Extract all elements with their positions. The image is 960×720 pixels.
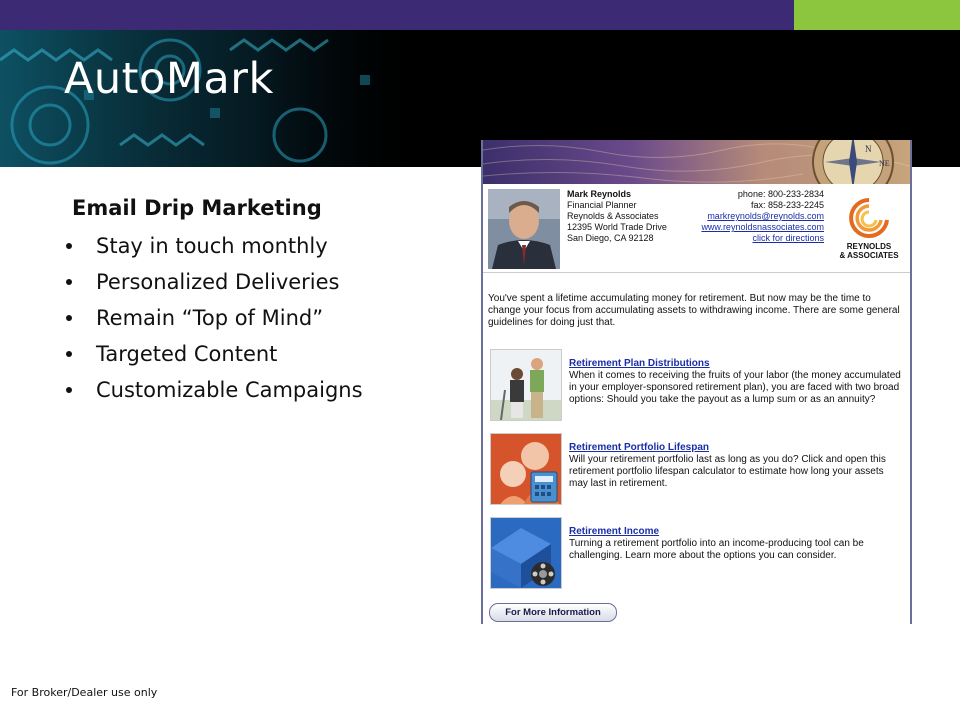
advisor-info: Mark Reynolds Financial Planner Reynolds…: [483, 184, 910, 273]
slide-title: AutoMark: [64, 54, 274, 104]
section-subheading: Email Drip Marketing: [72, 196, 322, 220]
bullet-icon: [66, 351, 72, 357]
footer-disclaimer: For Broker/Dealer use only: [11, 686, 158, 699]
feature-list: Stay in touch monthly Personalized Deliv…: [64, 228, 363, 408]
article-title-link[interactable]: Retirement Portfolio Lifespan: [569, 442, 905, 454]
top-color-bar: [0, 0, 960, 30]
advisor-street: 12395 World Trade Drive: [567, 222, 667, 232]
bullet-icon: [66, 243, 72, 249]
advisor-city: San Diego, CA 92128: [567, 233, 654, 243]
list-item: Remain “Top of Mind”: [64, 300, 363, 336]
svg-text:N: N: [865, 144, 872, 154]
accent-bar: [794, 0, 960, 30]
blue-cubes-image: [490, 517, 562, 589]
article-text: Retirement Plan Distributions When it co…: [569, 358, 905, 406]
bullet-icon: [66, 315, 72, 321]
article-body: Turning a retirement portfolio into an i…: [569, 538, 864, 561]
list-item: Stay in touch monthly: [64, 228, 363, 264]
email-banner: N NE: [483, 140, 910, 184]
article-title-link[interactable]: Retirement Income: [569, 526, 905, 538]
article-item: Retirement Income Turning a retirement p…: [488, 515, 906, 589]
article-body: Will your retirement portfolio last as l…: [569, 454, 886, 489]
contact-details: phone: 800-233-2834 fax: 858-233-2245 ma…: [701, 189, 824, 244]
firm-logo: REYNOLDS & ASSOCIATES: [834, 194, 904, 264]
fax-number: fax: 858-233-2245: [750, 200, 824, 210]
list-item: Personalized Deliveries: [64, 264, 363, 300]
advisor-name: Mark Reynolds: [567, 189, 632, 199]
article-item: Retirement Plan Distributions When it co…: [488, 347, 906, 421]
compass-icon: N NE: [483, 140, 910, 184]
advisor-details: Mark Reynolds Financial Planner Reynolds…: [567, 189, 667, 244]
article-text: Retirement Portfolio Lifespan Will your …: [569, 442, 905, 490]
email-intro: You've spent a lifetime accumulating mon…: [488, 293, 900, 328]
article-item: Retirement Portfolio Lifespan Will your …: [488, 431, 906, 505]
phone-number: phone: 800-233-2834: [737, 189, 824, 199]
email-preview: N NE Mark Reynolds Financial Planner Rey…: [481, 140, 912, 624]
golf-couple-image: [490, 349, 562, 421]
bullet-icon: [66, 279, 72, 285]
article-text: Retirement Income Turning a retirement p…: [569, 526, 905, 562]
article-body: When it comes to receiving the fruits of…: [569, 370, 901, 405]
directions-link[interactable]: click for directions: [701, 233, 824, 244]
list-item: Customizable Campaigns: [64, 372, 363, 408]
svg-text:NE: NE: [879, 159, 890, 168]
website-link[interactable]: www.reynoldsnassociates.com: [701, 222, 824, 233]
bullet-icon: [66, 387, 72, 393]
article-title-link[interactable]: Retirement Plan Distributions: [569, 358, 905, 370]
list-item: Targeted Content: [64, 336, 363, 372]
more-information-button[interactable]: For More Information: [489, 603, 617, 622]
email-link[interactable]: markreynolds@reynolds.com: [701, 211, 824, 222]
calculator-couple-image: [490, 433, 562, 505]
advisor-title: Financial Planner: [567, 200, 637, 210]
advisor-firm: Reynolds & Associates: [567, 211, 659, 221]
advisor-photo: [488, 189, 560, 269]
logo-text: REYNOLDS & ASSOCIATES: [839, 242, 899, 260]
